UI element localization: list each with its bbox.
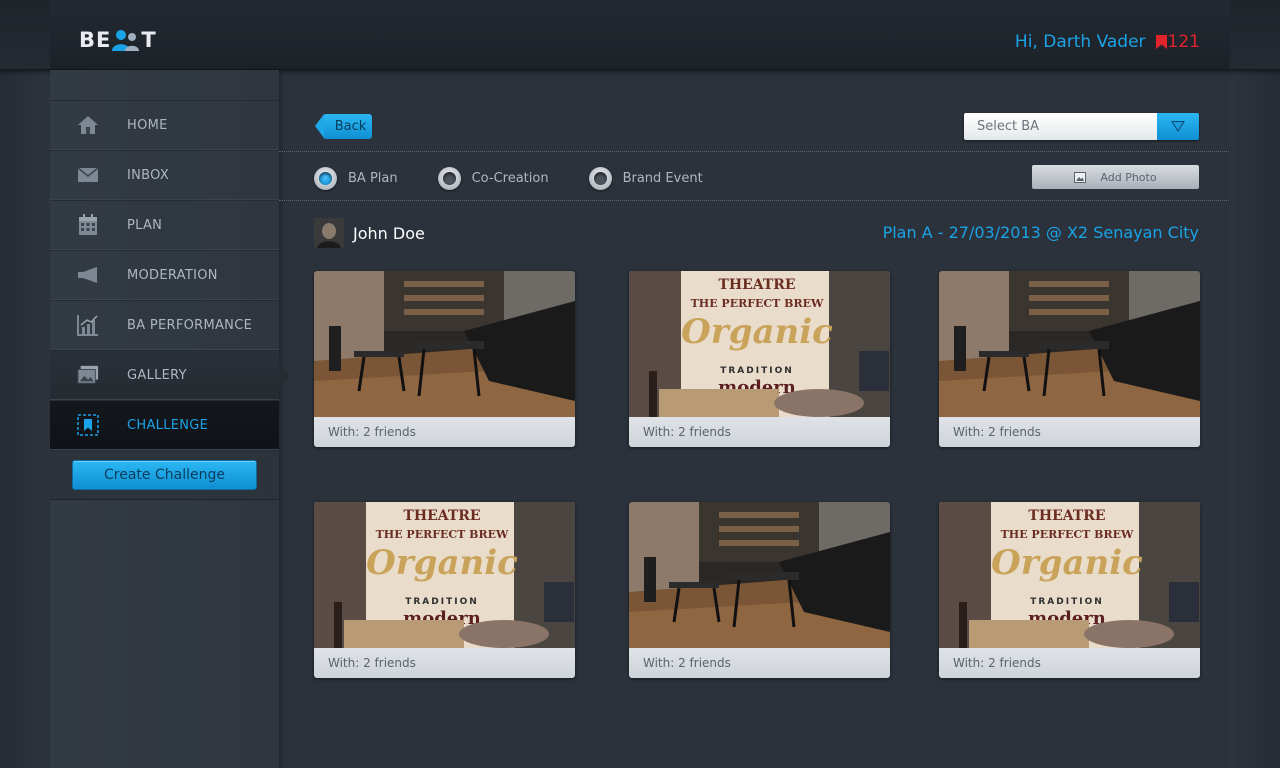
add-photo-button[interactable]: Add Photo xyxy=(1032,165,1199,189)
calendar-icon xyxy=(77,214,99,236)
sidebar-item-moderation[interactable]: MODERATION xyxy=(50,250,279,300)
dropdown-arrow[interactable] xyxy=(1157,113,1199,140)
post-author: John Doe xyxy=(314,218,425,248)
app-logo[interactable]: BE T xyxy=(79,28,157,52)
mural-line1: THEATRE xyxy=(403,508,480,524)
radio-button[interactable] xyxy=(314,167,337,190)
logo-people-icon xyxy=(112,30,140,51)
cafe-photo xyxy=(629,502,890,648)
photo-caption: With: 2 friends xyxy=(939,648,1200,678)
avatar[interactable] xyxy=(314,218,344,248)
radio-brand-event[interactable]: Brand Event xyxy=(588,167,703,190)
theatre-photo: THEATRE THE PERFECT BREW Organic TRADITI… xyxy=(939,502,1200,648)
sidebar: HOME INBOX PLAN MODERATION BA PERFORMANC… xyxy=(50,70,290,768)
radio-ba-plan[interactable]: BA Plan xyxy=(314,167,398,190)
image-icon xyxy=(1074,171,1087,183)
sidebar-item-label: MODERATION xyxy=(127,267,218,283)
photo-card[interactable]: THEATRE THE PERFECT BREW Organic TRADITI… xyxy=(314,502,575,678)
select-ba-dropdown[interactable]: Select BA xyxy=(964,113,1199,140)
megaphone-icon xyxy=(77,264,99,286)
mural-line3: Organic xyxy=(681,312,833,352)
select-ba-value: Select BA xyxy=(964,113,1157,140)
sidebar-item-label: PLAN xyxy=(127,217,163,233)
left-gutter xyxy=(0,0,50,768)
bookmark-icon xyxy=(77,414,99,436)
cafe-photo xyxy=(314,271,575,417)
sidebar-item-label: GALLERY xyxy=(127,367,187,383)
mural-line4: TRADITION xyxy=(720,366,794,376)
radio-button[interactable] xyxy=(588,167,612,190)
top-header: BE T Hi, Darth Vader 121 xyxy=(0,0,1280,70)
mural-line4: TRADITION xyxy=(405,597,479,607)
sidebar-item-inbox[interactable]: INBOX xyxy=(50,150,279,200)
create-challenge-row: Create Challenge xyxy=(50,450,279,500)
photo-caption: With: 2 friends xyxy=(939,417,1200,447)
photo-card[interactable]: With: 2 friends xyxy=(314,271,575,447)
gallery-icon xyxy=(77,364,99,386)
sidebar-item-label: HOME xyxy=(127,117,168,133)
cafe-photo xyxy=(939,271,1200,417)
theatre-photo: THEATRE THE PERFECT BREW Organic TRADITI… xyxy=(314,502,575,648)
flag-icon xyxy=(1155,35,1167,49)
mural-line1: THEATRE xyxy=(718,277,795,293)
author-name[interactable]: John Doe xyxy=(353,224,425,243)
sidebar-item-label: INBOX xyxy=(127,167,170,183)
mural-line3: Organic xyxy=(991,543,1143,583)
sidebar-nav: HOME INBOX PLAN MODERATION BA PERFORMANC… xyxy=(50,100,290,500)
notification-badge[interactable]: 121 xyxy=(1155,32,1200,52)
plan-title[interactable]: Plan A - 27/03/2013 @ X2 Senayan City xyxy=(883,223,1199,242)
radio-button[interactable] xyxy=(437,167,461,190)
mural-line2: THE PERFECT BREW xyxy=(1001,528,1134,541)
radio-co-creation[interactable]: Co-Creation xyxy=(437,167,549,190)
mural-line2: THE PERFECT BREW xyxy=(691,297,824,310)
sidebar-item-home[interactable]: HOME xyxy=(50,100,279,150)
sidebar-item-gallery[interactable]: GALLERY xyxy=(50,350,290,400)
post-type-filter: BA Plan Co-Creation Brand Event xyxy=(314,167,743,190)
sidebar-item-challenge[interactable]: CHALLENGE xyxy=(50,400,279,450)
radio-label: Co-Creation xyxy=(471,171,549,186)
back-button[interactable]: Back xyxy=(315,114,372,139)
notification-count: 121 xyxy=(1167,32,1200,52)
divider xyxy=(279,200,1229,201)
greeting-text[interactable]: Hi, Darth Vader xyxy=(1015,32,1146,52)
photo-caption: With: 2 friends xyxy=(314,648,575,678)
sidebar-item-ba-performance[interactable]: BA PERFORMANCE xyxy=(50,300,279,350)
add-photo-label: Add Photo xyxy=(1100,170,1157,184)
main-content: Back Select BA BA Plan Co-Creation Brand… xyxy=(279,70,1229,768)
sidebar-item-label: CHALLENGE xyxy=(127,417,209,433)
mail-icon xyxy=(77,164,99,186)
photo-card[interactable]: With: 2 friends xyxy=(629,502,890,678)
radio-label: BA Plan xyxy=(348,171,398,186)
right-gutter xyxy=(1230,0,1280,768)
sidebar-item-plan[interactable]: PLAN xyxy=(50,200,279,250)
chevron-down-icon xyxy=(1171,121,1185,132)
logo-text-left: BE xyxy=(79,28,112,52)
user-greeting-area: Hi, Darth Vader 121 xyxy=(1015,32,1200,52)
logo-text-right: T xyxy=(141,28,157,52)
photo-caption: With: 2 friends xyxy=(629,648,890,678)
divider xyxy=(279,151,1229,152)
mural-line4: TRADITION xyxy=(1030,597,1104,607)
photo-card[interactable]: THEATRE THE PERFECT BREW Organic TRADITI… xyxy=(629,271,890,447)
create-challenge-button[interactable]: Create Challenge xyxy=(72,460,257,490)
photo-card[interactable]: THEATRE THE PERFECT BREW Organic TRADITI… xyxy=(939,502,1200,678)
mural-line3: Organic xyxy=(366,543,518,583)
radio-label: Brand Event xyxy=(622,171,703,186)
photo-card[interactable]: With: 2 friends xyxy=(939,271,1200,447)
chart-icon xyxy=(77,314,99,336)
photo-caption: With: 2 friends xyxy=(629,417,890,447)
sidebar-item-label: BA PERFORMANCE xyxy=(127,317,253,333)
home-icon xyxy=(77,114,99,136)
mural-line1: THEATRE xyxy=(1028,508,1105,524)
photo-grid: With: 2 friends THEATRE THE PERFECT BREW… xyxy=(314,271,1200,681)
theatre-photo: THEATRE THE PERFECT BREW Organic TRADITI… xyxy=(629,271,890,417)
mural-line2: THE PERFECT BREW xyxy=(376,528,509,541)
photo-caption: With: 2 friends xyxy=(314,417,575,447)
